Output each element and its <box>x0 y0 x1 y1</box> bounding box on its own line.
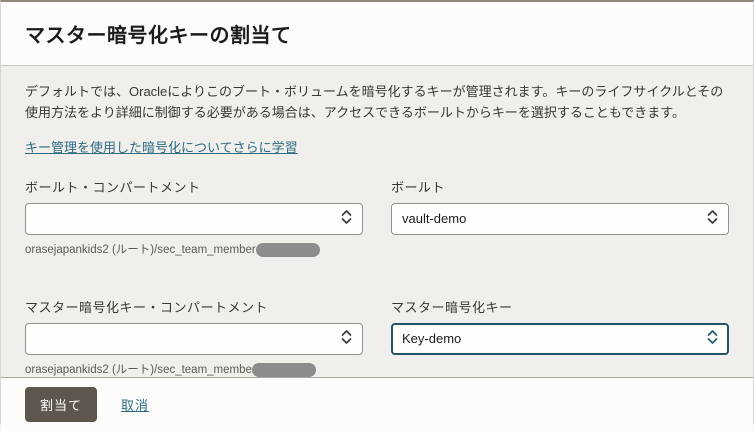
vault-compartment-value <box>36 211 341 226</box>
field-vault: ボールト vault-demo <box>391 177 729 257</box>
vault-label: ボールト <box>391 177 729 196</box>
dialog-header: マスター暗号化キーの割当て <box>1 2 753 66</box>
form-grid: ボールト・コンパートメント orasejapankids2 (ルート)/sec_… <box>25 177 729 377</box>
vault-compartment-label: ボールト・コンパートメント <box>25 177 363 196</box>
master-key-select[interactable]: Key-demo <box>391 323 729 355</box>
helper-text: orasejapankids2 (ルート)/sec_team_membe <box>25 364 252 376</box>
helper-text: orasejapankids2 (ルート)/sec_team_member <box>25 244 256 256</box>
master-key-value: Key-demo <box>402 331 707 346</box>
updown-chevron-icon <box>341 209 352 228</box>
cancel-link[interactable]: 取消 <box>121 395 149 414</box>
field-key-compartment: マスター暗号化キー・コンパートメント orasejapankids2 (ルート)… <box>25 297 363 377</box>
learn-more-link[interactable]: キー管理を使用した暗号化についてさらに学習 <box>25 137 298 156</box>
master-key-label: マスター暗号化キー <box>391 297 729 316</box>
dialog-footer: 割当て 取消 <box>1 377 753 431</box>
description-text: デフォルトでは、Oracleによりこのブート・ボリュームを暗号化するキーが管理さ… <box>25 82 729 124</box>
field-master-key: マスター暗号化キー Key-demo <box>391 297 729 377</box>
updown-chevron-icon <box>707 329 718 348</box>
field-vault-compartment: ボールト・コンパートメント orasejapankids2 (ルート)/sec_… <box>25 177 363 257</box>
key-compartment-select[interactable] <box>25 323 363 355</box>
vault-compartment-helper: orasejapankids2 (ルート)/sec_team_member <box>25 241 363 257</box>
updown-chevron-icon <box>341 329 352 348</box>
key-compartment-helper: orasejapankids2 (ルート)/sec_team_membe <box>25 361 363 377</box>
redacted-helper-suffix <box>256 243 320 257</box>
vault-select[interactable]: vault-demo <box>391 203 729 235</box>
vault-value: vault-demo <box>402 211 707 226</box>
assign-button[interactable]: 割当て <box>25 387 97 422</box>
dialog-body: デフォルトでは、Oracleによりこのブート・ボリュームを暗号化するキーが管理さ… <box>1 66 753 377</box>
key-compartment-value <box>36 331 341 346</box>
vault-compartment-select[interactable] <box>25 203 363 235</box>
assign-master-key-dialog: マスター暗号化キーの割当て デフォルトでは、Oracleによりこのブート・ボリュ… <box>0 0 754 424</box>
redacted-helper-suffix <box>252 363 316 377</box>
page-title: マスター暗号化キーの割当て <box>25 19 292 48</box>
updown-chevron-icon <box>707 209 718 228</box>
key-compartment-label: マスター暗号化キー・コンパートメント <box>25 297 363 316</box>
